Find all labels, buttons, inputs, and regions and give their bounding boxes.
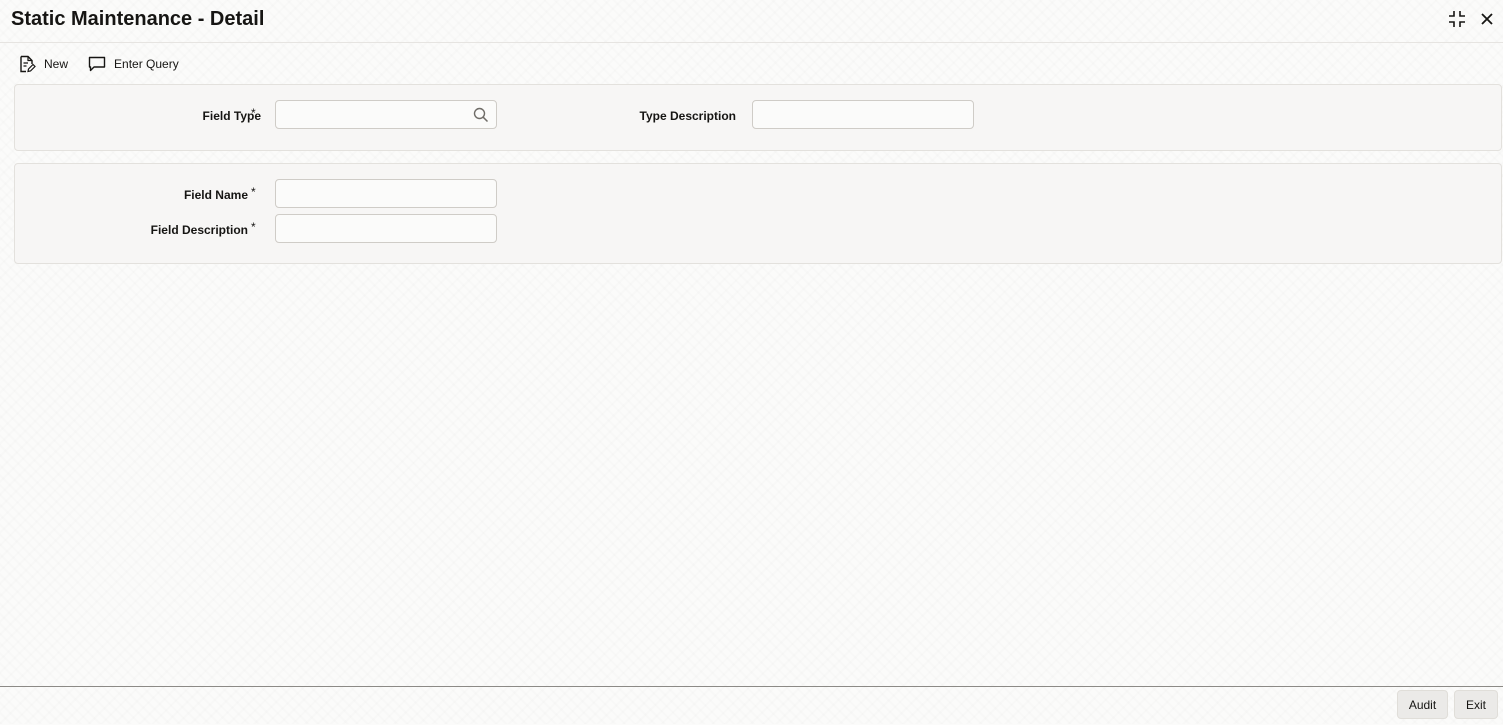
field-name-required-mark: *	[251, 185, 256, 199]
footer: Audit Exit	[0, 686, 1503, 725]
field-type-search-button[interactable]	[471, 105, 491, 125]
close-icon	[1481, 13, 1493, 25]
title-bar: Static Maintenance - Detail	[0, 0, 1503, 43]
type-description-label: Type Description	[639, 109, 736, 123]
header-panel: Field Type * Type Description	[14, 84, 1502, 151]
page-title: Static Maintenance - Detail	[11, 8, 265, 30]
field-name-label: Field Name	[183, 188, 248, 202]
field-type-required-mark: *	[251, 106, 256, 120]
new-button[interactable]: New	[18, 55, 68, 73]
audit-button[interactable]: Audit	[1397, 690, 1448, 719]
field-description-label: Field Description	[150, 223, 248, 237]
search-icon	[473, 107, 489, 123]
toolbar: New Enter Query	[18, 52, 179, 76]
enter-query-label: Enter Query	[114, 57, 179, 71]
field-description-required-mark: *	[251, 220, 256, 234]
new-button-label: New	[44, 57, 69, 71]
collapse-icon	[1449, 11, 1465, 27]
enter-query-button[interactable]: Enter Query	[88, 56, 179, 72]
window-controls	[1447, 9, 1497, 29]
field-type-input[interactable]	[275, 100, 497, 129]
minimize-button[interactable]	[1447, 9, 1467, 29]
new-document-icon	[20, 55, 36, 73]
comment-icon	[88, 56, 106, 72]
close-button[interactable]	[1477, 9, 1497, 29]
exit-button[interactable]: Exit	[1454, 690, 1498, 719]
type-description-input[interactable]	[752, 100, 974, 129]
field-name-input[interactable]	[275, 179, 497, 208]
detail-panel: Field Name * Field Description *	[14, 163, 1502, 264]
field-description-input[interactable]	[275, 214, 497, 243]
